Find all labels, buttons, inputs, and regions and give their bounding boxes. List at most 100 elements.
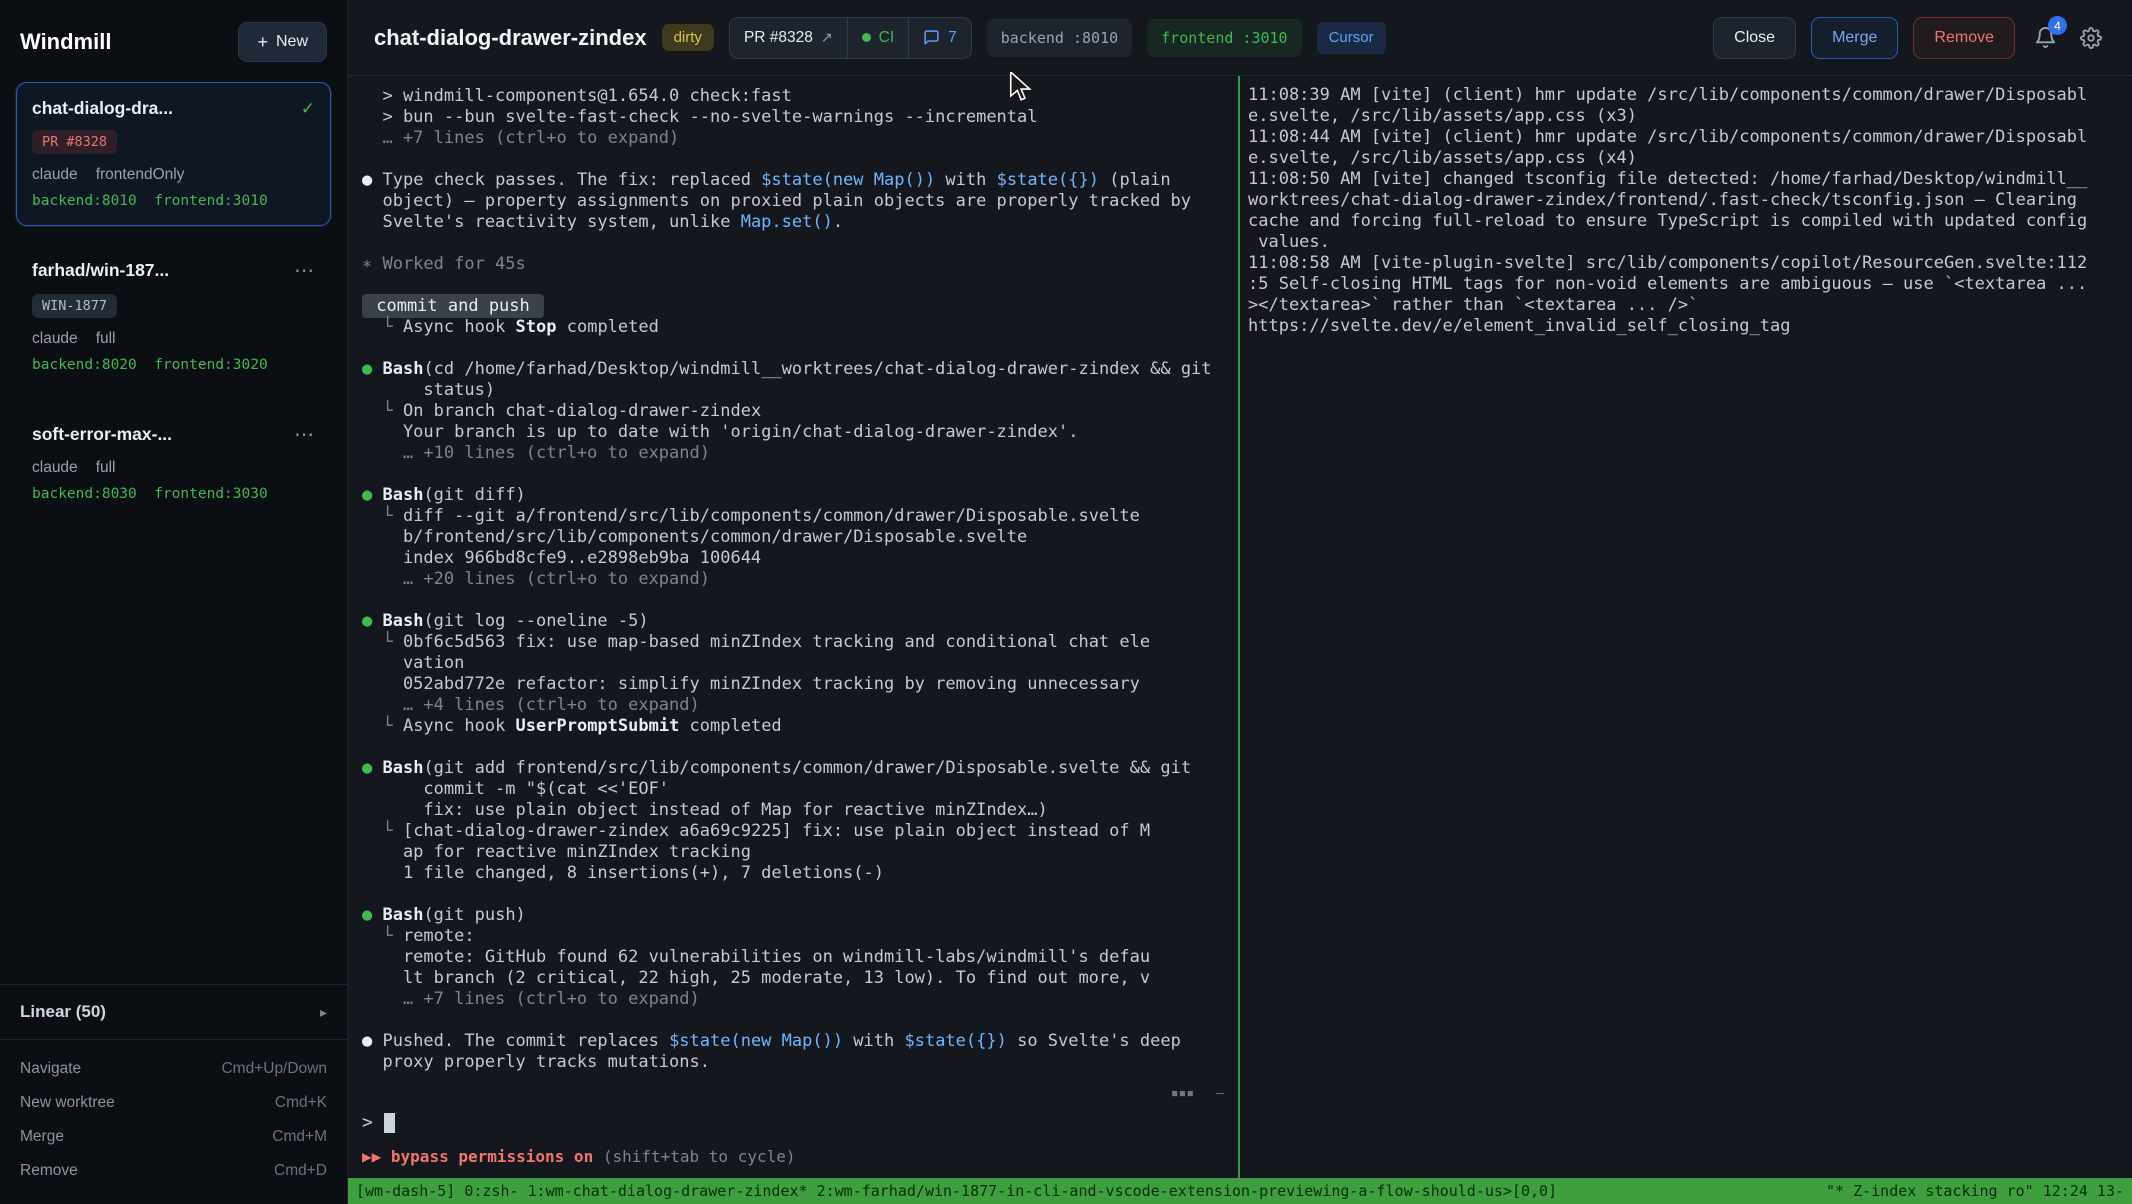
pr-label: PR #8328 [744,29,813,47]
tmux-status-bar: [wm-dash-5] 0:zsh- 1:wm-chat-dialog-draw… [348,1178,2132,1204]
shortcut-label: Remove [20,1162,78,1180]
worktree-ports: backend:8020 frontend:3020 [32,357,315,373]
log-line: 11:08:39 AM [vite] (client) hmr update /… [1248,85,2124,106]
terminal-scrollback[interactable]: > windmill-components@1.654.0 check:fast… [348,76,1238,1084]
check-icon: ✓ [301,99,315,119]
worktree-card[interactable]: farhad/win-187...⋯WIN-1877claudefullback… [16,242,331,390]
close-button[interactable]: Close [1713,17,1796,59]
pr-comments[interactable]: 7 [908,18,971,58]
log-line: :5 Self-closing HTML tags for non-void e… [1248,274,2124,295]
terminal-prompt[interactable]: > [348,1103,1238,1139]
terminal-line: ● Type check passes. The fix: replaced $… [362,170,1238,191]
worktree-badge: PR #8328 [32,130,117,154]
worktree-card[interactable]: soft-error-max-...⋯claudefullbackend:803… [16,406,331,519]
page-title: chat-dialog-drawer-zindex [374,25,647,51]
agent-mode: full [96,459,116,477]
cursor-badge[interactable]: Cursor [1317,22,1386,54]
terminal-line: vation [362,653,1238,674]
drag-handle-icon[interactable]: ▪▪▪ [1171,1086,1194,1101]
terminal-line: Your branch is up to date with 'origin/c… [362,422,1238,443]
terminal-line: fix: use plain object instead of Map for… [362,800,1238,821]
worktree-card[interactable]: chat-dialog-dra... ✓ PR #8328 claudefronten… [16,82,331,226]
shortcut-keys: Cmd+Up/Down [221,1060,327,1078]
terminal-line: Svelte's reactivity system, unlike Map.s… [362,212,1238,233]
collapse-icon[interactable]: — [1216,1086,1224,1101]
terminal-line: > bun --bun svelte-fast-check --no-svelt… [362,107,1238,128]
terminal-line: └ [chat-dialog-drawer-zindex a6a69c9225]… [362,821,1238,842]
shortcut-label: New worktree [20,1094,115,1112]
shortcut-row[interactable]: Remove Cmd+D [20,1154,327,1188]
worktree-badge: WIN-1877 [32,294,117,318]
agent-name: claude [32,330,78,348]
terminal-line [362,233,1238,254]
terminal-line: … +20 lines (ctrl+o to expand) [362,569,1238,590]
terminal-line: └ diff --git a/frontend/src/lib/componen… [362,506,1238,527]
settings-button[interactable] [2076,23,2106,53]
worktree-title: chat-dialog-dra... [32,98,173,119]
shortcut-label: Merge [20,1128,64,1146]
remove-button[interactable]: Remove [1913,17,2015,59]
ellipsis-menu-icon[interactable]: ⋯ [294,258,315,283]
worktree-agent-row: claudefrontendOnly [32,166,315,184]
linear-label: Linear (50) [20,1002,106,1022]
shortcut-row[interactable]: NavigateCmd+Up/Down [20,1052,327,1086]
terminal-line: └ 0bf6c5d563 fix: use map-based minZInde… [362,632,1238,653]
terminal-line: … +7 lines (ctrl+o to expand) [362,128,1238,149]
external-link-icon: ↗ [821,29,833,46]
terminal-line: … +10 lines (ctrl+o to expand) [362,443,1238,464]
frontend-port-badge[interactable]: frontend :3010 [1147,19,1301,57]
sidebar-header: Windmill + New [0,0,347,82]
backend-port-badge[interactable]: backend :8010 [987,19,1132,57]
agent-name: claude [32,166,78,184]
terminal-line: ● Bash(cd /home/farhad/Desktop/windmill_… [362,359,1238,380]
terminal-line: proxy properly tracks mutations. [362,1052,1238,1073]
terminal-line [362,464,1238,485]
dev-server-log-pane[interactable]: 11:08:39 AM [vite] (client) hmr update /… [1240,76,2132,1178]
worktree-agent-row: claude full [32,330,315,348]
worktree-card-top: chat-dialog-dra... ✓ [32,98,315,119]
pane-resize-handle[interactable]: ▪▪▪ — [348,1084,1238,1103]
shortcut-row[interactable]: New worktreeCmd+K [20,1086,327,1120]
gear-icon [2080,27,2102,49]
terminal-line: ● Bash(git log --oneline -5) [362,611,1238,632]
ci-status[interactable]: CI [847,18,909,58]
terminal-line: ● Bash(git add frontend/src/lib/componen… [362,758,1238,779]
log-line: worktrees/chat-dialog-drawer-zindex/fron… [1248,190,2124,211]
notification-count-badge: 4 [2048,16,2067,35]
agent-mode: full [96,330,116,348]
terminal-line: 052abd772e refactor: simplify minZIndex … [362,674,1238,695]
worktree-badge-row: WIN-1877 [32,294,315,318]
log-line: cache and forcing full-reload to ensure … [1248,211,2124,232]
terminal-line [362,275,1238,296]
shortcut-row[interactable]: Merge Cmd+M [20,1120,327,1154]
terminal-line: ∗ Worked for 45s [362,254,1238,275]
shortcut-list: NavigateCmd+Up/DownNew worktreeCmd+KMerg… [0,1039,347,1204]
shortcut-keys: Cmd+D [274,1162,327,1180]
worktree-card-top: soft-error-max-...⋯ [32,422,315,447]
pr-link[interactable]: PR #8328 ↗ [730,18,847,58]
terminal-line: … +7 lines (ctrl+o to expand) [362,989,1238,1010]
terminal-line: index 966bd8cfe9..e2898eb9ba 100644 [362,548,1238,569]
merge-button[interactable]: Merge [1811,17,1898,59]
prompt-symbol: > [362,1112,373,1133]
new-worktree-button[interactable]: + New [238,22,327,62]
worktree-badge-row: PR #8328 [32,130,315,154]
terminal-line: └ Async hook UserPromptSubmit completed [362,716,1238,737]
terminal-line: remote: GitHub found 62 vulnerabilities … [362,947,1238,968]
linear-section-toggle[interactable]: Linear (50) ▸ [0,984,347,1039]
shortcut-keys: Cmd+M [272,1128,327,1146]
bypass-permissions-indicator[interactable]: ▶▶ bypass permissions on (shift+tab to c… [348,1139,1238,1178]
claude-terminal-pane[interactable]: > windmill-components@1.654.0 check:fast… [348,76,1240,1178]
ellipsis-menu-icon[interactable]: ⋯ [294,422,315,447]
app-title: Windmill [20,29,111,55]
notifications-button[interactable]: 4 [2030,22,2061,53]
header: chat-dialog-drawer-zindex dirty PR #8328… [348,0,2132,76]
log-line: ></textarea>` rather than `<textarea ...… [1248,295,2124,316]
log-line: 11:08:58 AM [vite-plugin-svelte] src/lib… [1248,253,2124,274]
sidebar: Windmill + New chat-dialog-dra... ✓ PR #83… [0,0,348,1204]
log-line: 11:08:44 AM [vite] (client) hmr update /… [1248,127,2124,148]
terminal-line: > windmill-components@1.654.0 check:fast [362,86,1238,107]
tmux-clock: "* Z-index stacking ro" 12:24 13- [1826,1178,2124,1204]
comment-count: 7 [948,29,957,47]
terminal-line: … +4 lines (ctrl+o to expand) [362,695,1238,716]
